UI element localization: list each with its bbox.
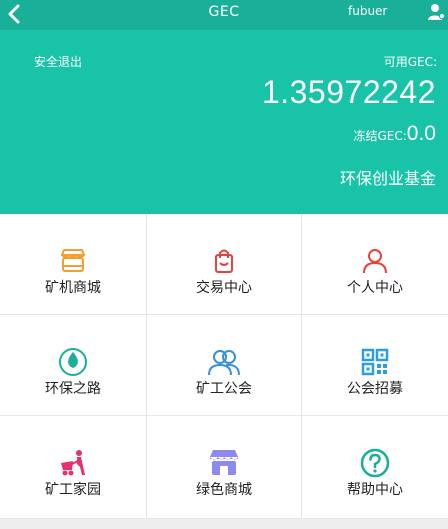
- group-icon: [208, 350, 240, 376]
- menu-item-trade-center[interactable]: 交易中心: [147, 214, 302, 315]
- menu-item-label: 帮助中心: [347, 482, 403, 498]
- menu-item-label: 矿机商城: [45, 280, 101, 296]
- frozen-gec-label: 冻结GEC:: [353, 129, 407, 143]
- menu-item-miner-shop[interactable]: 矿机商城: [0, 214, 147, 315]
- frozen-gec-value: 0.0: [406, 122, 436, 145]
- menu-item-label: 绿色商城: [196, 482, 252, 498]
- menu-item-guild-recruit[interactable]: 公会招募: [302, 315, 448, 416]
- person-icon: [363, 249, 387, 274]
- leaf-icon: [59, 348, 87, 376]
- green-fund-link[interactable]: 环保创业基金: [340, 165, 436, 189]
- shop-icon: [61, 249, 85, 272]
- help-icon: [360, 448, 390, 478]
- menu-item-help-center[interactable]: 帮助中心: [302, 416, 448, 519]
- menu-item-miner-guild[interactable]: 矿工公会: [147, 315, 302, 416]
- menu-grid: 矿机商城 交易中心 个人中心 环保之路 矿工公会 公会招募 矿工家园 绿色商城 …: [0, 214, 448, 519]
- menu-item-label: 个人中心: [347, 280, 403, 296]
- menu-item-label: 环保之路: [45, 381, 101, 397]
- menu-item-personal-center[interactable]: 个人中心: [302, 214, 448, 315]
- shopping-bag-icon: [215, 249, 233, 273]
- miner-cart-icon: [61, 450, 85, 476]
- qr-code-icon: [361, 348, 389, 376]
- menu-item-miner-home[interactable]: 矿工家园: [0, 416, 147, 519]
- frozen-gec: 冻结GEC:0.0: [353, 122, 436, 146]
- top-navbar: GEC fubuer: [0, 0, 448, 30]
- available-gec-value: 1.35972242: [261, 74, 436, 110]
- menu-item-label: 矿工公会: [196, 381, 252, 397]
- logout-link[interactable]: 安全退出: [34, 53, 82, 70]
- menu-item-label: 矿工家园: [45, 482, 101, 498]
- menu-item-label: 公会招募: [347, 381, 403, 397]
- storefront-icon: [210, 450, 238, 475]
- user-icon[interactable]: [427, 3, 445, 21]
- username-label[interactable]: fubuer: [348, 4, 387, 18]
- bottom-strip: [0, 519, 448, 529]
- menu-item-eco-road[interactable]: 环保之路: [0, 315, 147, 416]
- menu-item-label: 交易中心: [196, 280, 252, 296]
- account-summary: 安全退出 可用GEC: 1.35972242 冻结GEC:0.0 环保创业基金: [0, 30, 448, 214]
- menu-item-green-mall[interactable]: 绿色商城: [147, 416, 302, 519]
- available-gec-label: 可用GEC:: [383, 55, 437, 69]
